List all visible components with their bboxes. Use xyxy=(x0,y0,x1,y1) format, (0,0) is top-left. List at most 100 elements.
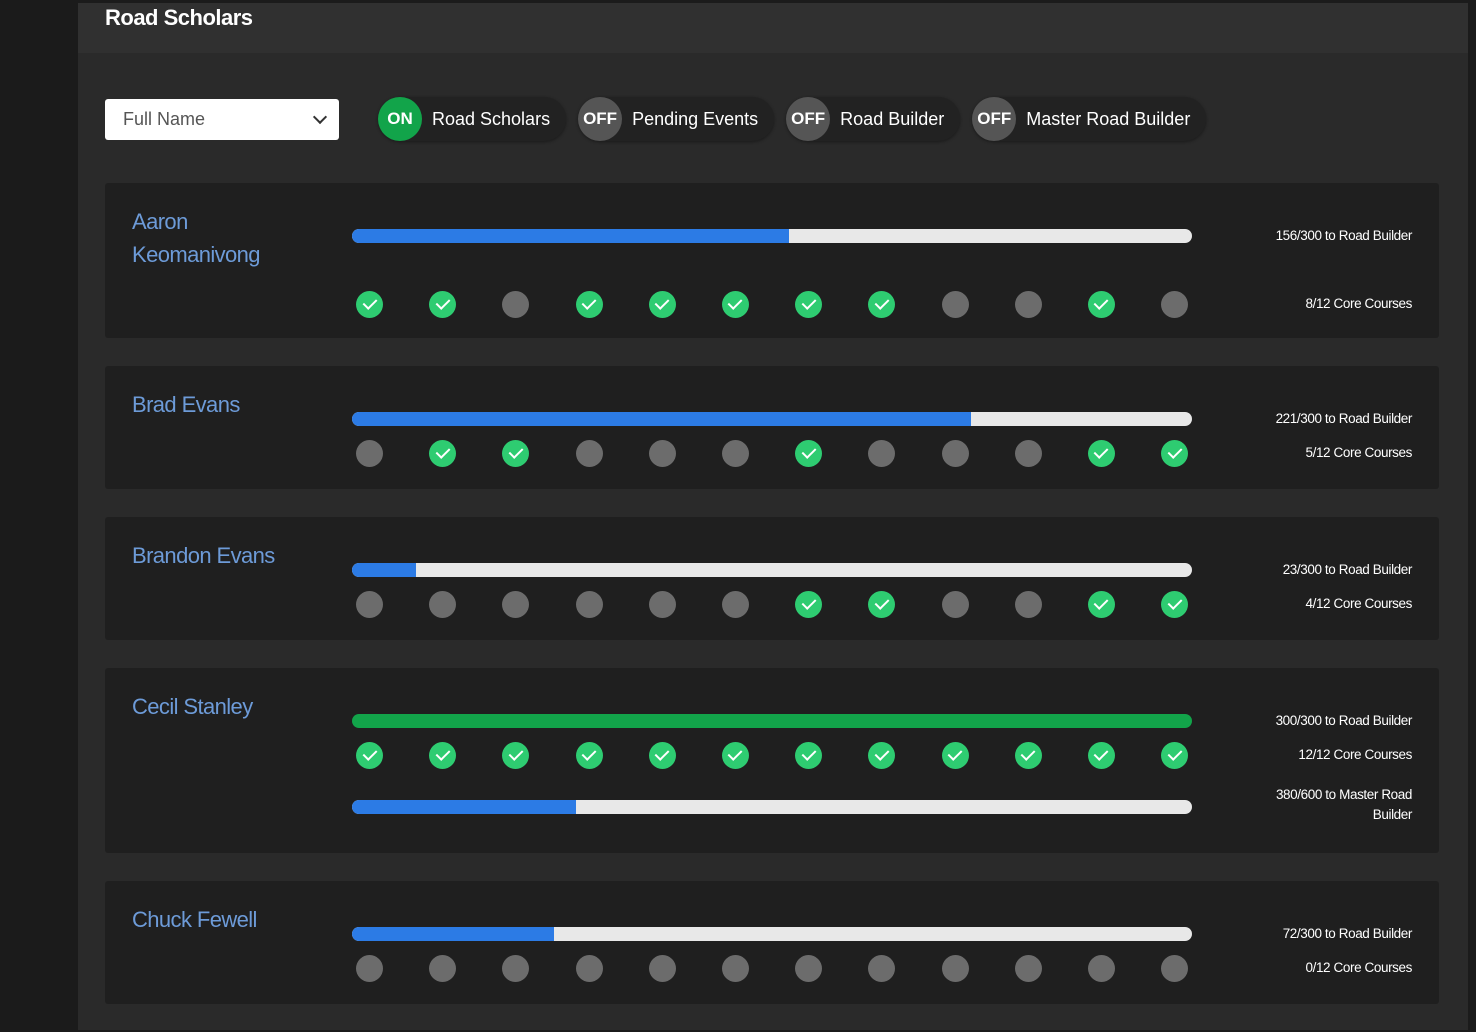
sort-select-value: Full Name xyxy=(123,108,206,129)
empty-circle-icon xyxy=(795,955,823,982)
empty-circle-icon xyxy=(575,955,603,982)
check-circle-icon xyxy=(721,291,749,318)
scholar-card: Cecil Stanley 300/300 to Road Builder 12/1… xyxy=(105,668,1439,853)
toggle-road-builder[interactable]: OFF Road Builder xyxy=(786,97,961,141)
progress-fill xyxy=(352,563,417,577)
empty-circle-icon xyxy=(721,591,749,618)
core-courses-status: 0/12 Core Courses xyxy=(1305,960,1412,975)
core-course-indicators xyxy=(356,591,1234,618)
toggle-state: ON xyxy=(378,97,422,141)
empty-circle-icon xyxy=(1014,440,1042,467)
check-circle-icon xyxy=(868,742,896,769)
check-circle-icon xyxy=(429,291,457,318)
empty-circle-icon xyxy=(941,955,969,982)
check-circle-icon xyxy=(502,742,530,769)
chevron-down-icon xyxy=(312,109,328,124)
page-title: Road Scholars xyxy=(105,5,253,30)
scholar-list: Aaron Keomanivong 156/300 to Road Builder… xyxy=(105,183,1439,1032)
sort-select[interactable]: Full Name xyxy=(105,98,339,140)
toggle-label: Master Road Builder xyxy=(1026,108,1191,129)
road-builder-progress-bar xyxy=(352,714,1192,728)
scholar-name[interactable]: Chuck Fewell xyxy=(132,903,302,936)
empty-circle-icon xyxy=(502,955,530,982)
master-road-builder-status: 380/600 to Master Road Builder xyxy=(1275,787,1412,822)
check-circle-icon xyxy=(795,591,823,618)
empty-circle-icon xyxy=(429,955,457,982)
toggle-road-scholars[interactable]: ON Road Scholars xyxy=(378,97,567,141)
empty-circle-icon xyxy=(429,591,457,618)
check-circle-icon xyxy=(795,291,823,318)
empty-circle-icon xyxy=(356,955,383,982)
check-circle-icon xyxy=(648,742,676,769)
core-course-indicators xyxy=(356,440,1234,467)
scholar-card: Brandon Evans 23/300 to Road Builder 4/12 … xyxy=(105,517,1439,640)
road-builder-status: 23/300 to Road Builder xyxy=(1282,562,1413,577)
core-courses-status: 5/12 Core Courses xyxy=(1305,445,1412,460)
check-circle-icon xyxy=(941,742,969,769)
check-circle-icon xyxy=(1087,291,1115,318)
core-course-indicators xyxy=(356,291,1234,318)
empty-circle-icon xyxy=(502,291,530,318)
left-rail xyxy=(0,0,78,1030)
check-circle-icon xyxy=(356,291,383,318)
check-circle-icon xyxy=(868,591,896,618)
road-builder-progress-bar xyxy=(352,563,1192,577)
progress-fill xyxy=(352,714,1192,728)
toggle-pending-events[interactable]: OFF Pending Events xyxy=(578,97,775,141)
scholar-name[interactable]: Brad Evans xyxy=(132,388,302,421)
empty-circle-icon xyxy=(648,440,676,467)
empty-circle-icon xyxy=(721,955,749,982)
empty-circle-icon xyxy=(575,440,603,467)
empty-circle-icon xyxy=(1161,955,1189,982)
core-courses-status: 4/12 Core Courses xyxy=(1305,596,1412,611)
toggle-state: OFF xyxy=(972,97,1017,141)
road-builder-status: 156/300 to Road Builder xyxy=(1275,228,1413,243)
check-circle-icon xyxy=(1161,742,1189,769)
road-builder-status: 221/300 to Road Builder xyxy=(1275,411,1413,426)
check-circle-icon xyxy=(1161,591,1189,618)
scholar-name[interactable]: Cecil Stanley xyxy=(132,690,302,723)
check-circle-icon xyxy=(1014,742,1042,769)
toggle-master-road-builder[interactable]: OFF Master Road Builder xyxy=(972,97,1207,141)
progress-fill xyxy=(352,229,789,243)
progress-fill xyxy=(352,800,577,814)
road-builder-status: 72/300 to Road Builder xyxy=(1282,926,1413,941)
toggle-label: Road Scholars xyxy=(432,108,551,129)
scholar-card: Aaron Keomanivong 156/300 to Road Builder… xyxy=(105,183,1439,338)
scholar-name[interactable]: Brandon Evans xyxy=(132,539,302,572)
empty-circle-icon xyxy=(356,591,383,618)
check-circle-icon xyxy=(795,440,823,467)
empty-circle-icon xyxy=(1087,955,1115,982)
empty-circle-icon xyxy=(502,591,530,618)
panel-header: Road Scholars xyxy=(78,3,1468,53)
empty-circle-icon xyxy=(941,291,969,318)
progress-fill xyxy=(352,927,554,941)
check-circle-icon xyxy=(429,440,457,467)
check-circle-icon xyxy=(1087,591,1115,618)
toggle-state: OFF xyxy=(578,97,623,141)
check-circle-icon xyxy=(721,742,749,769)
empty-circle-icon xyxy=(648,955,676,982)
check-circle-icon xyxy=(1087,440,1115,467)
check-circle-icon xyxy=(356,742,383,769)
toggle-label: Pending Events xyxy=(632,108,759,129)
check-circle-icon xyxy=(868,291,896,318)
empty-circle-icon xyxy=(868,955,896,982)
empty-circle-icon xyxy=(941,440,969,467)
progress-fill xyxy=(352,412,971,426)
filter-toggles: ON Road Scholars OFF Pending Events OFF Road … xyxy=(378,97,1207,141)
check-circle-icon xyxy=(575,291,603,318)
core-courses-status: 8/12 Core Courses xyxy=(1305,296,1412,311)
check-circle-icon xyxy=(575,742,603,769)
scholar-name[interactable]: Aaron Keomanivong xyxy=(132,205,302,271)
check-circle-icon xyxy=(648,291,676,318)
road-builder-progress-bar xyxy=(352,927,1192,941)
scholar-card: Brad Evans 221/300 to Road Builder 5/12 Co… xyxy=(105,366,1439,489)
master-road-builder-progress-bar xyxy=(352,800,1192,814)
empty-circle-icon xyxy=(1014,291,1042,318)
core-course-indicators xyxy=(356,742,1234,769)
empty-circle-icon xyxy=(721,440,749,467)
check-circle-icon xyxy=(502,440,530,467)
road-builder-progress-bar xyxy=(352,229,1192,243)
check-circle-icon xyxy=(429,742,457,769)
